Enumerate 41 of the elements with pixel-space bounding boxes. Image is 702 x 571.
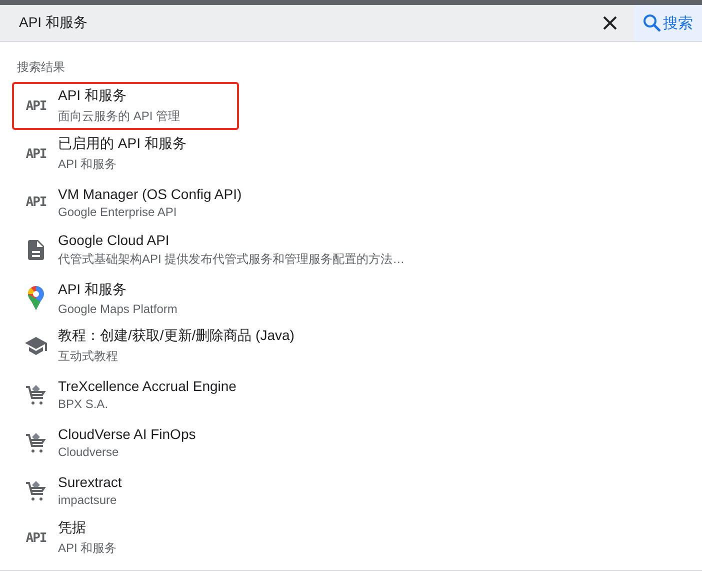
result-subtitle: 互动式教程 (58, 348, 118, 365)
result-title: Surextract (58, 474, 122, 490)
document-icon (28, 240, 44, 260)
graduation-cap-icon (25, 337, 47, 355)
result-subtitle: BPX S.A. (58, 396, 108, 410)
result-title: API 和服务 (58, 87, 126, 105)
result-title: Google Cloud API (58, 232, 170, 248)
result-title: 教程：创建/获取/更新/删除商品 (Java) (58, 327, 294, 345)
close-icon (603, 16, 617, 30)
result-subtitle: Google Enterprise API (58, 204, 177, 218)
cart-icon (25, 431, 47, 453)
api-icon: API (26, 194, 46, 210)
api-icon: API (26, 98, 46, 114)
result-item[interactable]: Google Cloud API 代管式基础架构API 提供发布代管式服务和管理服务配置的方法… (12, 226, 411, 274)
map-pin-icon (28, 286, 44, 310)
result-subtitle: Google Maps Platform (58, 302, 178, 316)
result-subtitle: impactsure (58, 492, 117, 506)
result-item[interactable]: 教程：创建/获取/更新/删除商品 (Java) 互动式教程 (12, 322, 300, 370)
result-title: CloudVerse AI FinOps (58, 426, 196, 442)
result-title: API 和服务 (58, 280, 126, 298)
result-subtitle: API 和服务 (58, 156, 117, 173)
result-item[interactable]: API VM Manager (OS Config API) Google Enterprise API (12, 178, 248, 226)
result-subtitle: 代管式基础架构API 提供发布代管式服务和管理服务配置的方法… (58, 251, 405, 268)
search-button[interactable]: 搜索 (634, 5, 702, 41)
result-item[interactable]: TreXcellence Accrual Engine BPX S.A. (12, 370, 242, 418)
result-item[interactable]: API 和服务 Google Maps Platform (12, 274, 239, 322)
result-title: 凭据 (58, 519, 86, 537)
cart-icon (25, 383, 47, 405)
api-icon: API (26, 146, 46, 162)
section-title: 搜索结果 (16, 59, 66, 76)
result-title: VM Manager (OS Config API) (58, 186, 242, 202)
result-title: 已启用的 API 和服务 (58, 135, 186, 153)
result-subtitle: Cloudverse (58, 444, 119, 458)
result-item[interactable]: Surextract impactsure (12, 466, 239, 514)
result-subtitle: 面向云服务的 API 管理 (58, 108, 180, 125)
api-icon: API (26, 530, 46, 546)
search-icon (643, 14, 661, 32)
result-title: TreXcellence Accrual Engine (58, 378, 236, 394)
cart-icon (25, 479, 47, 501)
result-subtitle: API 和服务 (58, 540, 117, 557)
result-item[interactable]: CloudVerse AI FinOps Cloudverse (12, 418, 239, 466)
